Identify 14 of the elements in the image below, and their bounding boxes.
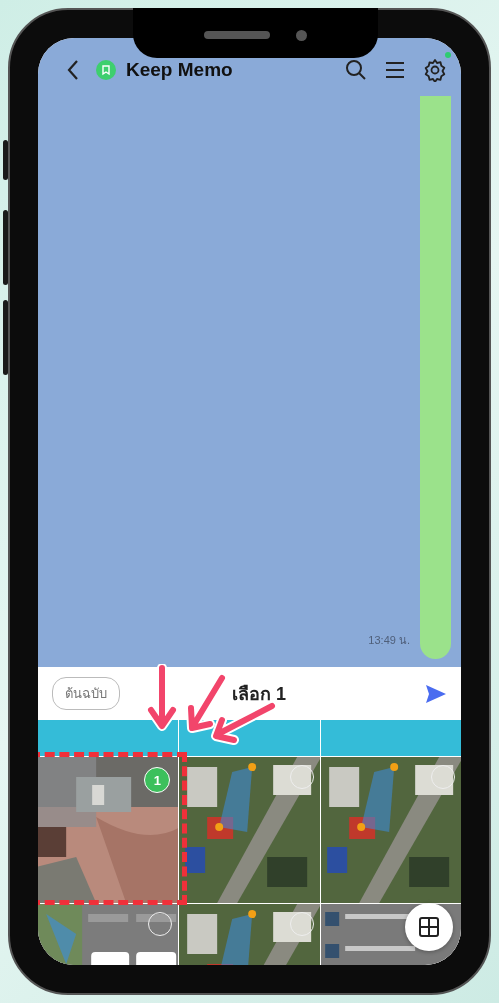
selected-count: เลือก 1: [232, 683, 287, 706]
arrow: [147, 664, 177, 732]
camera-dot: [296, 29, 307, 41]
original-button[interactable]: ต้นฉบับ: [52, 677, 120, 710]
back-icon[interactable]: [66, 59, 80, 81]
bookmark-icon: [96, 60, 116, 80]
send-icon[interactable]: [425, 683, 447, 704]
grid-icon: [419, 917, 439, 937]
menu-icon[interactable]: [385, 61, 405, 79]
settings-icon[interactable]: [423, 58, 447, 82]
speaker-grille: [204, 31, 270, 39]
message-time: 13:49 น.: [368, 633, 410, 648]
search-icon[interactable]: [345, 59, 367, 81]
chat-title: Keep Memo: [126, 59, 233, 81]
